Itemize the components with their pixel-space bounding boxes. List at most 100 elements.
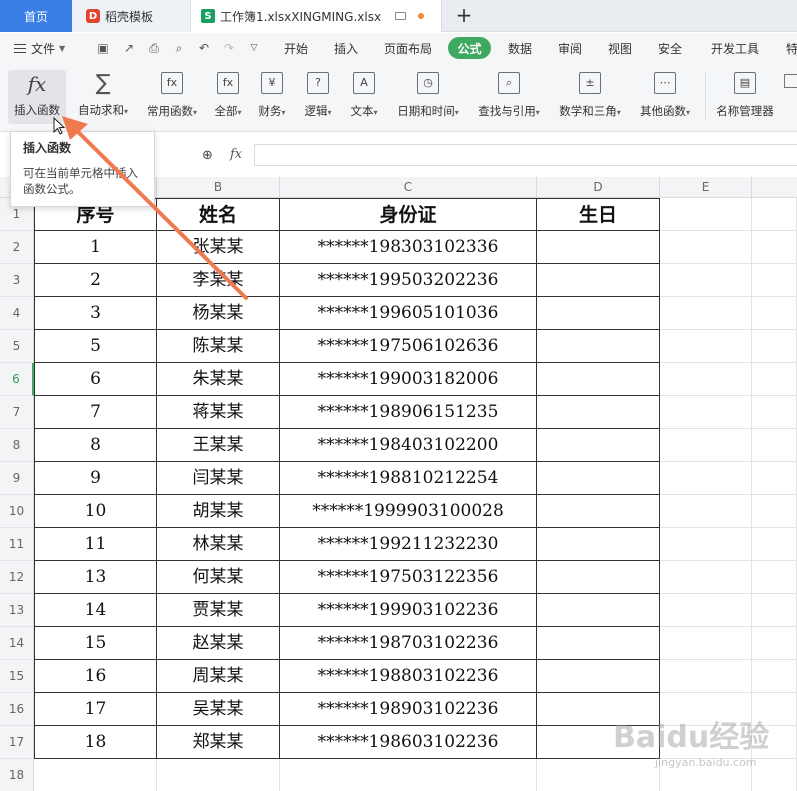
empty-cell[interactable] xyxy=(660,594,752,627)
table-cell[interactable]: ******198903102236 xyxy=(280,693,537,726)
empty-cell[interactable] xyxy=(752,330,797,363)
table-cell[interactable]: 杨某某 xyxy=(157,297,280,330)
common-functions-button[interactable]: fx 常用函数▾ xyxy=(143,70,201,124)
table-cell[interactable] xyxy=(537,660,660,693)
empty-cell[interactable] xyxy=(752,429,797,462)
empty-cell[interactable] xyxy=(752,660,797,693)
table-cell[interactable]: 陈某某 xyxy=(157,330,280,363)
more-chevron-icon[interactable]: ▽ xyxy=(247,41,261,55)
table-cell[interactable]: ******198803102236 xyxy=(280,660,537,693)
column-header-d[interactable]: D xyxy=(537,177,660,198)
menu-special[interactable]: 特 xyxy=(786,40,797,57)
redo-icon[interactable]: ↷ xyxy=(222,41,236,55)
menu-formula[interactable]: 公式 xyxy=(448,37,491,59)
table-cell[interactable]: 郑某某 xyxy=(157,726,280,759)
table-cell[interactable] xyxy=(537,495,660,528)
row-header[interactable]: 8 xyxy=(0,429,34,462)
undo-icon[interactable]: ↶ xyxy=(197,41,211,55)
formula-input[interactable] xyxy=(254,144,797,166)
table-cell[interactable]: 朱某某 xyxy=(157,363,280,396)
table-cell[interactable] xyxy=(537,264,660,297)
empty-cell[interactable] xyxy=(752,759,797,791)
row-header[interactable]: 13 xyxy=(0,594,34,627)
row-header[interactable]: 4 xyxy=(0,297,34,330)
tab-template[interactable]: D 稻壳模板 xyxy=(72,0,190,32)
monitor-icon[interactable] xyxy=(395,12,407,20)
empty-cell[interactable] xyxy=(752,495,797,528)
column-header-e[interactable]: E xyxy=(660,177,752,198)
table-cell[interactable]: 李某某 xyxy=(157,264,280,297)
math-trig-button[interactable]: ± 数学和三角▾ xyxy=(554,70,626,124)
table-cell[interactable]: 胡某某 xyxy=(157,495,280,528)
table-cell[interactable]: 王某某 xyxy=(157,429,280,462)
empty-cell[interactable] xyxy=(660,627,752,660)
menu-developer[interactable]: 开发工具 xyxy=(711,40,759,57)
table-cell[interactable]: ******199605101036 xyxy=(280,297,537,330)
autosum-button[interactable]: ∑ 自动求和▾ xyxy=(74,70,132,124)
save-icon[interactable]: ▣ xyxy=(96,41,110,55)
row-header[interactable]: 7 xyxy=(0,396,34,429)
ribbon-overflow-icon[interactable] xyxy=(784,74,797,88)
table-cell[interactable] xyxy=(537,627,660,660)
menu-security[interactable]: 安全 xyxy=(658,40,682,57)
empty-cell[interactable] xyxy=(537,759,660,791)
table-cell[interactable] xyxy=(537,396,660,429)
table-cell[interactable]: ******199503202236 xyxy=(280,264,537,297)
empty-cell[interactable] xyxy=(660,429,752,462)
table-cell[interactable]: 周某某 xyxy=(157,660,280,693)
insert-function-button[interactable]: fx 插入函数 xyxy=(8,70,66,124)
table-cell[interactable]: 吴某某 xyxy=(157,693,280,726)
empty-cell[interactable] xyxy=(752,594,797,627)
other-functions-button[interactable]: ⋯ 其他函数▾ xyxy=(635,70,695,124)
table-cell[interactable]: 2 xyxy=(34,264,157,297)
row-header[interactable]: 18 xyxy=(0,759,34,791)
row-header[interactable]: 5 xyxy=(0,330,34,363)
empty-cell[interactable] xyxy=(280,759,537,791)
table-cell[interactable]: ******199903102236 xyxy=(280,594,537,627)
empty-cell[interactable] xyxy=(660,462,752,495)
table-cell[interactable]: 闫某某 xyxy=(157,462,280,495)
table-cell[interactable]: ******199003182006 xyxy=(280,363,537,396)
menu-page-layout[interactable]: 页面布局 xyxy=(384,40,432,57)
empty-cell[interactable] xyxy=(660,231,752,264)
table-cell[interactable]: ******1999903100028 xyxy=(280,495,537,528)
table-header-cell[interactable]: 身份证 xyxy=(280,198,537,231)
table-cell[interactable] xyxy=(537,330,660,363)
row-header[interactable]: 12 xyxy=(0,561,34,594)
table-cell[interactable]: 1 xyxy=(34,231,157,264)
table-cell[interactable]: ******199211232230 xyxy=(280,528,537,561)
date-time-button[interactable]: ◷ 日期和时间▾ xyxy=(393,70,463,124)
empty-cell[interactable] xyxy=(660,330,752,363)
financial-button[interactable]: ¥ 财务▾ xyxy=(255,70,289,124)
empty-cell[interactable] xyxy=(752,231,797,264)
table-cell[interactable]: 6 xyxy=(34,363,157,396)
all-functions-button[interactable]: fx 全部▾ xyxy=(211,70,245,124)
table-cell[interactable]: 3 xyxy=(34,297,157,330)
table-cell[interactable]: ******198403102200 xyxy=(280,429,537,462)
table-cell[interactable] xyxy=(537,429,660,462)
row-header[interactable]: 6 xyxy=(0,363,34,396)
empty-cell[interactable] xyxy=(752,198,797,231)
empty-cell[interactable] xyxy=(752,462,797,495)
table-cell[interactable]: ******198810212254 xyxy=(280,462,537,495)
empty-cell[interactable] xyxy=(660,561,752,594)
empty-cell[interactable] xyxy=(660,198,752,231)
table-cell[interactable]: 11 xyxy=(34,528,157,561)
menu-insert[interactable]: 插入 xyxy=(334,40,358,57)
table-cell[interactable]: ******198303102336 xyxy=(280,231,537,264)
table-cell[interactable]: ******198906151235 xyxy=(280,396,537,429)
row-header[interactable]: 17 xyxy=(0,726,34,759)
table-cell[interactable]: 林某某 xyxy=(157,528,280,561)
logical-button[interactable]: ? 逻辑▾ xyxy=(301,70,335,124)
row-header[interactable]: 11 xyxy=(0,528,34,561)
row-header[interactable]: 15 xyxy=(0,660,34,693)
table-cell[interactable]: 17 xyxy=(34,693,157,726)
table-cell[interactable]: 张某某 xyxy=(157,231,280,264)
table-cell[interactable]: 16 xyxy=(34,660,157,693)
menu-start[interactable]: 开始 xyxy=(284,40,308,57)
menu-review[interactable]: 审阅 xyxy=(558,40,582,57)
empty-cell[interactable] xyxy=(660,495,752,528)
text-button[interactable]: A 文本▾ xyxy=(347,70,381,124)
empty-cell[interactable] xyxy=(660,363,752,396)
table-cell[interactable] xyxy=(537,462,660,495)
